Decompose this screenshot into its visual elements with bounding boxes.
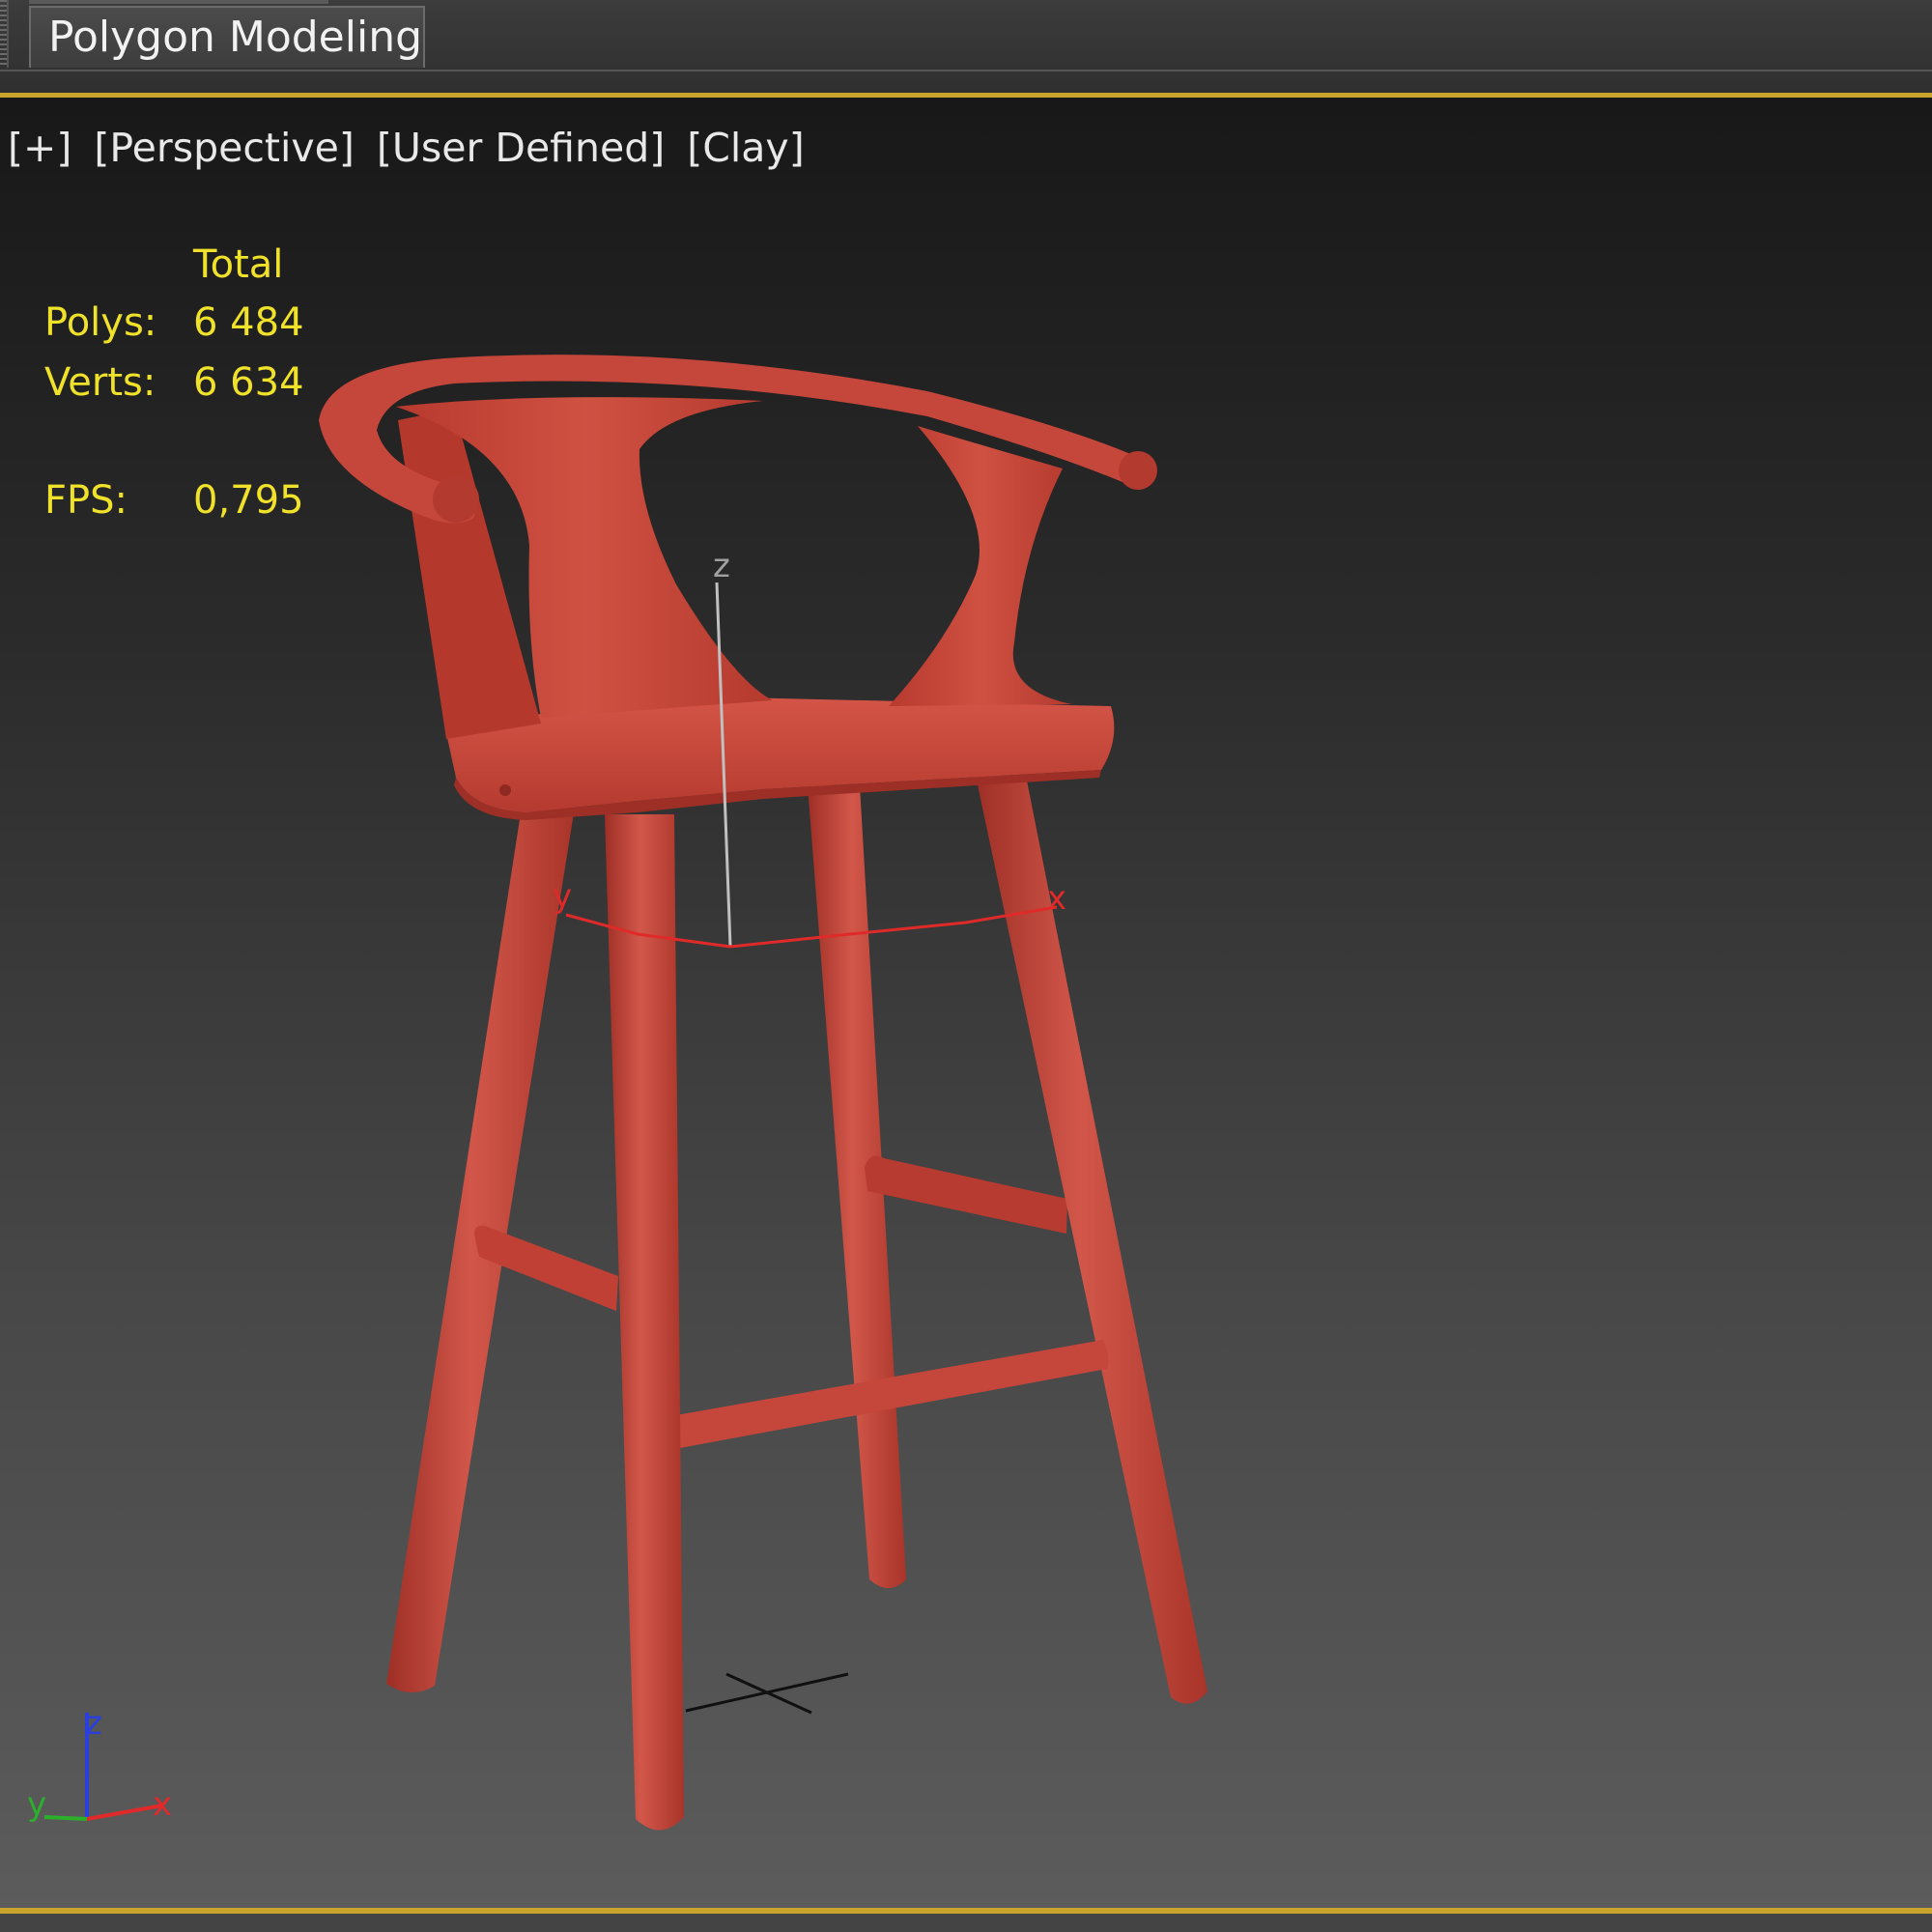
stats-total-header: Total [193, 242, 284, 287]
view-axis-tripod-icon: z y x [27, 1704, 172, 1824]
gizmo-z-label: z [713, 547, 730, 585]
ribbon-tab-edge [29, 0, 328, 4]
view-axis-x-label: x [153, 1785, 172, 1824]
ribbon-divider [0, 70, 1932, 71]
gizmo-x-label: x [1047, 879, 1066, 918]
stats-polys-label: Polys: [44, 300, 157, 345]
viewport-menu-point-of-view[interactable]: [Perspective] [94, 125, 354, 171]
viewport-label: [+] [Perspective] [User Defined] [Clay] [8, 125, 814, 171]
stats-fps-value: 0,795 [193, 478, 304, 523]
chair-back-right [889, 426, 1072, 706]
chair-stretcher-rear [865, 1155, 1067, 1234]
view-axis-y-label: y [27, 1785, 46, 1824]
stats-verts-label: Verts: [44, 360, 156, 405]
ribbon-grip-handle[interactable] [0, 0, 9, 68]
chair-model[interactable] [319, 355, 1208, 1831]
viewport-menu-shading[interactable]: [User Defined] [377, 125, 665, 171]
gizmo-y-label: y [553, 877, 572, 916]
stats-polys-value: 6 484 [193, 300, 304, 345]
chair-bolt [499, 784, 511, 796]
chair-leg-front [605, 814, 684, 1831]
chair-armrest-end-right [1119, 451, 1157, 490]
perspective-viewport[interactable]: z y x z y x [+] [Perspective] [User Defi… [0, 93, 1932, 1915]
view-axis-z-label: z [85, 1704, 102, 1743]
status-strip [0, 1914, 1932, 1932]
viewport-menu-display-mode[interactable]: [Clay] [687, 125, 804, 171]
viewport-menu-general[interactable]: [+] [8, 125, 71, 171]
grid-origin-icon [685, 1672, 849, 1715]
ribbon: Polygon Modeling [0, 0, 1932, 95]
tab-polygon-modeling[interactable]: Polygon Modeling [29, 6, 425, 68]
stats-fps-label: FPS: [44, 478, 128, 523]
chair-armrest-end-left [433, 476, 479, 523]
stats-verts-value: 6 634 [193, 360, 304, 405]
